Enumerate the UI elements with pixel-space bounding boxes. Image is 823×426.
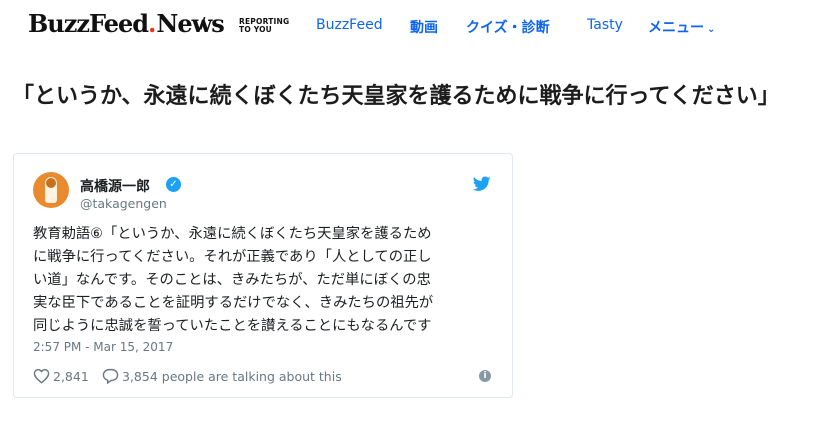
avatar-head	[46, 178, 56, 188]
logo-slash: /	[200, 14, 206, 32]
nav-menu-label: メニュー	[648, 20, 704, 36]
tweet-text-line: 同じように忠誠を誓っていたことを讃えることにもなるんです	[33, 318, 432, 334]
tagline: REPORTING TO YOU	[239, 18, 289, 34]
tweet-text-line: に戦争に行ってください。それが正義であり「人としての正し	[33, 249, 432, 265]
nav-item-menu[interactable]: メニュー ⌄	[648, 17, 715, 37]
embedded-tweet: 高橋源一郎 ✓ @takagengen 教育勅語⑥「というか、永遠に続くぼくたち…	[13, 153, 513, 398]
article-title: 「というか、永遠に続くぼくたち天皇家を護るために戦争に行ってください」	[12, 84, 780, 109]
tweet-text-line: 教育勅語⑥「というか、永遠に続くぼくたち天皇家を護るため	[33, 226, 432, 242]
tweet-user-name[interactable]: 高橋源一郎	[80, 176, 150, 196]
like-count[interactable]: 2,841	[53, 369, 89, 384]
buzzfeed-news-logo[interactable]: BuzzFeed. News	[28, 9, 225, 43]
site-header: BuzzFeed. News / REPORTING TO YOU BuzzFee…	[0, 0, 823, 56]
reply-bubble-icon[interactable]	[102, 368, 119, 384]
heart-icon[interactable]	[33, 368, 50, 384]
tweet-text: 教育勅語⑥「というか、永遠に続くぼくたち天皇家を護るため に戦争に行ってください…	[33, 223, 499, 338]
avatar[interactable]	[33, 172, 69, 208]
tweet-handle[interactable]: @takagengen	[80, 196, 167, 211]
verified-badge-icon: ✓	[166, 177, 181, 192]
nav-item-buzzfeed[interactable]: BuzzFeed	[316, 17, 383, 33]
talking-about-count[interactable]: 3,854 people are talking about this	[122, 369, 342, 384]
logo-dot: .	[148, 9, 157, 38]
logo-buzzfeed: BuzzFeed	[28, 9, 149, 38]
tagline-line2: TO YOU	[239, 25, 272, 34]
tweet-text-line: 実な臣下であることを証明するだけでなく、きみたちの祖先が	[33, 295, 434, 311]
chevron-down-icon: ⌄	[707, 24, 716, 35]
info-icon[interactable]: i	[479, 370, 491, 382]
twitter-bird-icon[interactable]	[473, 176, 491, 192]
tweet-timestamp[interactable]: 2:57 PM - Mar 15, 2017	[33, 340, 173, 354]
logo-news: News	[156, 9, 224, 38]
nav-item-tasty[interactable]: Tasty	[587, 17, 623, 33]
nav-item-quiz[interactable]: クイズ・診断	[466, 17, 550, 37]
tweet-actions: 2,841 3,854 people are talking about thi…	[33, 367, 499, 387]
nav-item-video[interactable]: 動画	[410, 17, 438, 37]
tweet-text-line: い道」なんです。そのことは、きみたちが、ただ単にぼくの忠	[33, 272, 431, 288]
